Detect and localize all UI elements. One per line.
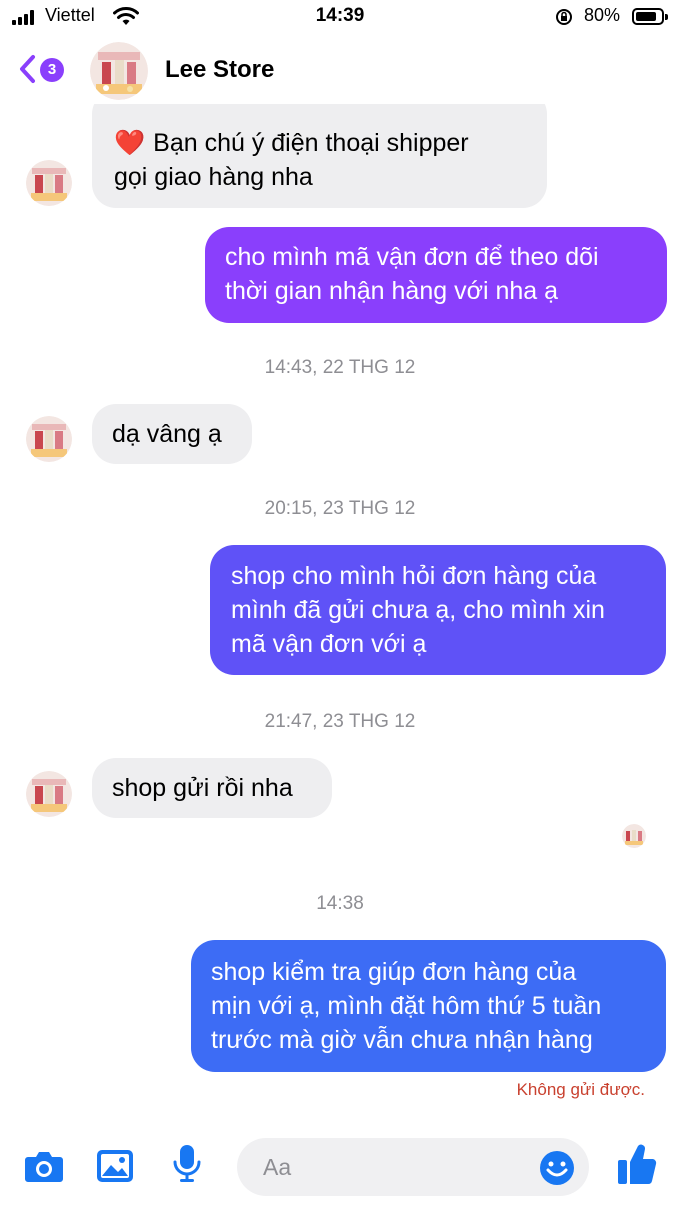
message-text: trước mà giờ vẫn chưa nhận hàng — [211, 1026, 593, 1054]
chat-header-overlay: 3 Lee Store — [0, 36, 680, 104]
timestamp: 20:15, 23 THG 12 — [264, 498, 416, 519]
microphone-icon[interactable] — [172, 1144, 202, 1184]
message-text: gọi giao hàng nha — [114, 163, 313, 191]
camera-icon[interactable] — [24, 1148, 64, 1184]
message-bubble-incoming[interactable]: shop gửi rồi nha — [92, 758, 332, 818]
unread-badge: 3 — [40, 58, 64, 82]
timestamp: 14:38 — [316, 893, 364, 914]
read-receipt-avatar — [622, 824, 646, 848]
message-text: shop kiểm tra giúp đơn hàng của — [211, 958, 577, 986]
message-text: shop gửi rồi nha — [112, 774, 293, 802]
chevron-left-icon — [20, 55, 35, 83]
heart-icon: ❤️ — [114, 129, 146, 157]
thumbs-up-icon[interactable] — [616, 1142, 658, 1186]
clock: 14:39 — [315, 5, 365, 26]
avatar[interactable] — [26, 160, 72, 206]
message-text: mịn với ạ, mình đặt hôm thứ 5 tuần — [211, 992, 602, 1020]
image-icon[interactable] — [96, 1148, 134, 1184]
message-input-placeholder: Aa — [263, 1154, 292, 1180]
timestamp: 14:43, 22 THG 12 — [264, 357, 416, 378]
back-button[interactable]: 3 — [18, 50, 78, 90]
message-text: mã vận đơn với ạ — [231, 630, 427, 658]
message-text: cho mình mã vận đơn để theo dõi — [225, 243, 599, 271]
rotation-lock-icon — [556, 9, 572, 25]
message-bubble-incoming[interactable]: ❤️ Bạn chú ý điện thoại shipper gọi giao … — [92, 90, 547, 208]
avatar[interactable] — [26, 771, 72, 817]
message-text: thời gian nhận hàng với nha ạ — [225, 277, 559, 305]
avatar[interactable] — [26, 416, 72, 462]
composer-bar: Aa — [0, 1130, 680, 1210]
message-input[interactable]: Aa — [237, 1138, 589, 1196]
timestamp: 21:47, 23 THG 12 — [264, 711, 416, 732]
message-bubble-outgoing[interactable]: cho mình mã vận đơn để theo dõi thời gia… — [205, 227, 667, 323]
avatar[interactable] — [90, 42, 148, 100]
message-text: shop cho mình hỏi đơn hàng của — [231, 562, 597, 590]
message-text: Bạn chú ý điện thoại shipper — [153, 129, 469, 157]
status-bar: Viettel 14:39 80% — [0, 0, 680, 36]
message-bubble-outgoing[interactable]: shop cho mình hỏi đơn hàng của mình đã g… — [210, 545, 666, 675]
contact-name[interactable]: Lee Store — [165, 56, 274, 84]
message-text: mình đã gửi chưa ạ, cho mình xin — [231, 596, 605, 624]
send-failed-status[interactable]: Không gửi được. — [517, 1080, 645, 1100]
emoji-icon[interactable] — [539, 1150, 575, 1186]
message-bubble-outgoing[interactable]: shop kiểm tra giúp đơn hàng của mịn với … — [191, 940, 666, 1072]
battery-percent: 80% — [584, 5, 621, 25]
message-text: dạ vâng ạ — [112, 420, 222, 448]
battery-icon — [632, 8, 668, 25]
message-bubble-incoming[interactable]: dạ vâng ạ — [92, 404, 252, 464]
